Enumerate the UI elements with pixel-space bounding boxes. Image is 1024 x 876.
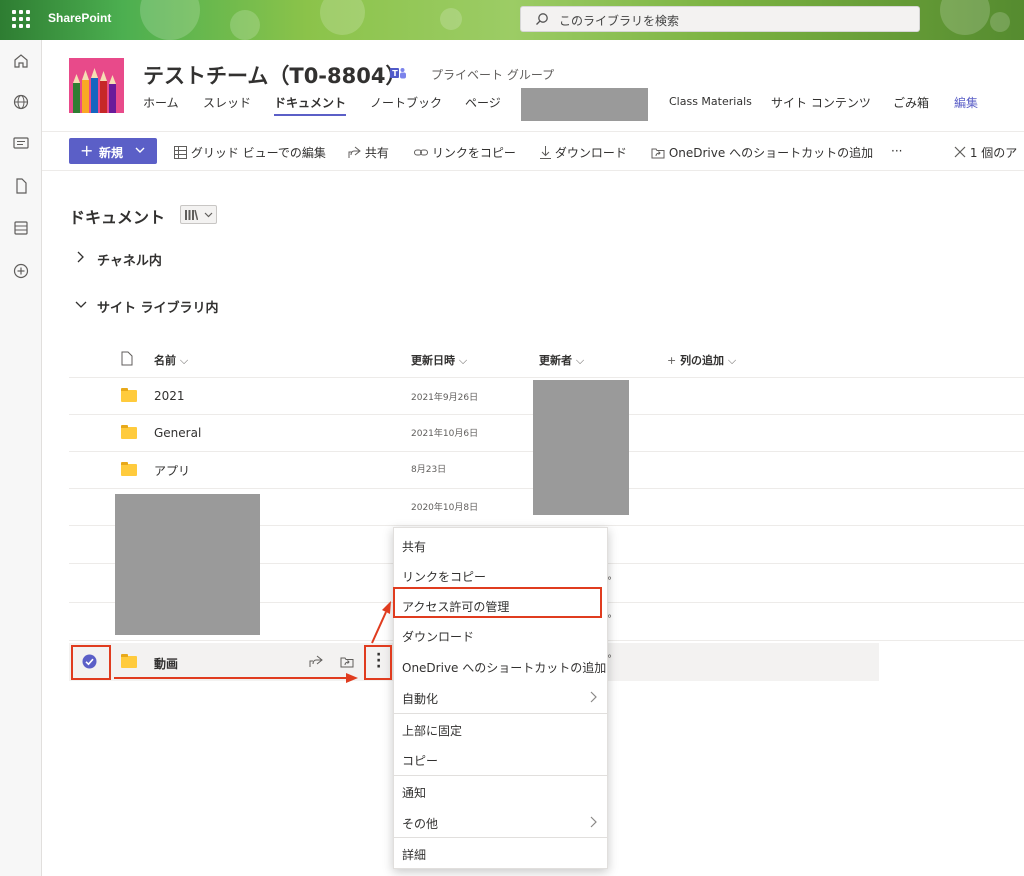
annotation-arrows bbox=[114, 601, 391, 683]
